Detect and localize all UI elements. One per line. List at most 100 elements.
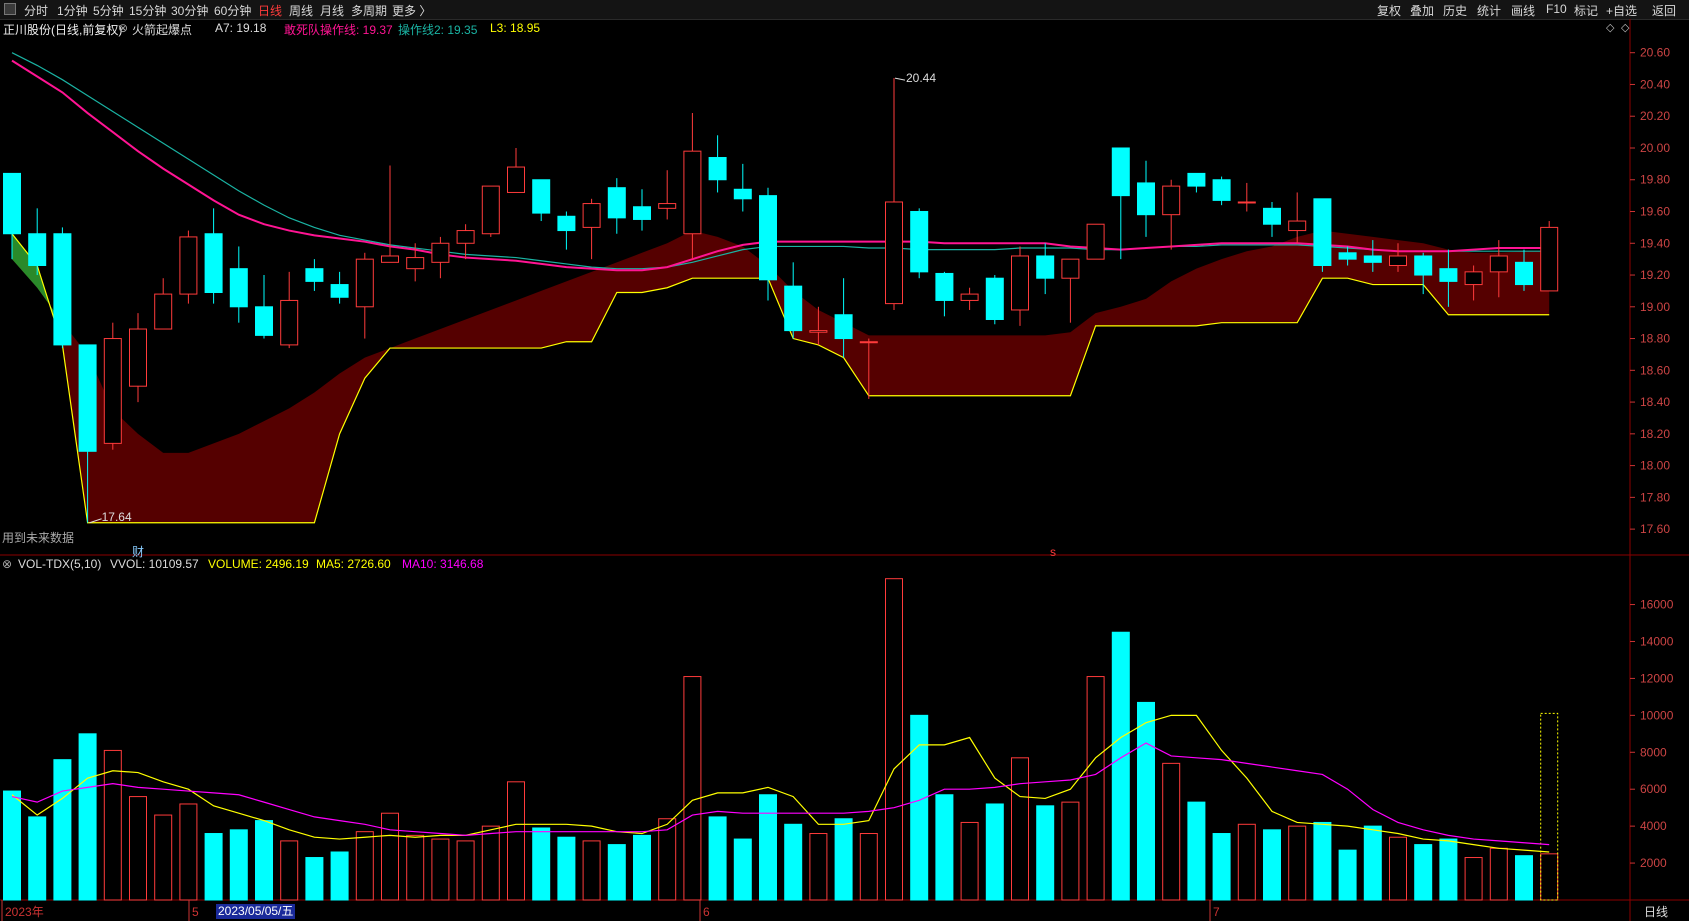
volume-bar xyxy=(1237,823,1256,901)
candle-body xyxy=(179,236,198,295)
candle-body xyxy=(229,268,248,308)
volume-bar xyxy=(1414,844,1433,901)
bottom-period-label[interactable]: 日线 xyxy=(1644,903,1668,920)
candle-body xyxy=(885,201,903,305)
volume-bar xyxy=(1363,825,1382,901)
candle-body xyxy=(103,338,122,444)
candle-body xyxy=(859,341,878,344)
high-marker xyxy=(894,77,906,81)
volume-bar xyxy=(1187,801,1206,901)
volume-tick-label: 2000 xyxy=(1640,856,1667,870)
candle-body xyxy=(784,285,803,332)
candle-body xyxy=(1036,255,1055,279)
date-axis-label: 6 xyxy=(703,905,710,919)
price-tick-label: 19.60 xyxy=(1640,205,1670,219)
selected-date: 2023/05/05/五 xyxy=(216,904,296,919)
volume-bar xyxy=(78,733,97,901)
candle-body xyxy=(960,293,979,301)
candle-body xyxy=(1363,255,1382,263)
candle-body xyxy=(355,258,374,308)
volume-bar xyxy=(1389,836,1407,901)
volume-bar xyxy=(1011,757,1029,901)
candle-body xyxy=(708,157,727,181)
volume-bar xyxy=(683,676,702,901)
candle-body xyxy=(53,233,72,346)
candle-body xyxy=(1540,226,1559,292)
volume-bar xyxy=(1137,701,1155,901)
candle-body xyxy=(1086,223,1105,260)
volume-bar xyxy=(305,857,324,901)
candle-body xyxy=(1237,201,1256,204)
candle-body xyxy=(255,306,273,336)
price-tick-label: 19.40 xyxy=(1640,236,1670,250)
price-tick-label: 19.20 xyxy=(1640,268,1670,282)
low-price-label: 17.64 xyxy=(102,510,132,524)
volume-bar xyxy=(229,829,248,901)
candle-body xyxy=(330,284,349,298)
volume-bar xyxy=(330,851,349,901)
price-tick-label: 20.00 xyxy=(1640,141,1670,155)
volume-bar xyxy=(557,836,576,901)
kline-chart[interactable]: 20.60 20.40 20.20 20.00 19.80 19.60 19.40 19.20… xyxy=(0,0,1689,921)
candle-body xyxy=(582,203,601,228)
price-tick-label: 17.80 xyxy=(1640,490,1670,504)
volume-bar xyxy=(507,781,525,901)
volume-bar xyxy=(985,803,1004,901)
candle-body xyxy=(607,187,626,219)
candle-body xyxy=(1389,255,1407,267)
candle-body xyxy=(1313,198,1332,267)
candle-body xyxy=(431,242,450,263)
volume-indicator-name[interactable]: VOL-TDX(5,10) xyxy=(18,557,101,571)
candle-body xyxy=(1212,179,1231,201)
volume-bar xyxy=(53,759,72,901)
volume-bar xyxy=(1111,631,1130,901)
price-tick-label: 20.40 xyxy=(1640,77,1670,91)
candle-body xyxy=(1414,255,1433,276)
price-axis: 20.60 20.40 20.20 20.00 19.80 19.60 19.40 19.20… xyxy=(1630,46,1670,536)
volume-bar xyxy=(1439,838,1458,901)
candle-body xyxy=(557,215,576,232)
date-axis-label: 5 xyxy=(192,905,199,919)
candle-body xyxy=(1288,220,1307,232)
volume-bar xyxy=(129,796,147,901)
candle-body xyxy=(1439,268,1458,282)
candle-body xyxy=(633,206,651,220)
volume-bar xyxy=(733,838,752,901)
volume-toggle-icon[interactable]: ⊗ xyxy=(2,557,12,571)
candle-body xyxy=(381,255,399,263)
vvol-value: VVOL: 10109.57 xyxy=(110,557,199,571)
volume-bar xyxy=(204,833,223,901)
volume-bars xyxy=(3,578,1559,901)
volume-bar xyxy=(532,827,551,901)
ma5-value: MA5: 2726.60 xyxy=(316,557,391,571)
volume-bar xyxy=(960,821,979,901)
volume-bar xyxy=(1263,829,1281,901)
price-tick-label: 18.60 xyxy=(1640,363,1670,377)
volume-tick-label: 14000 xyxy=(1640,634,1674,648)
volume-bar xyxy=(708,816,727,901)
candle-body xyxy=(910,211,929,273)
candle-body xyxy=(809,330,828,333)
volume-bar xyxy=(381,812,399,901)
volume-bar xyxy=(255,820,273,901)
candle-body xyxy=(280,299,299,346)
volume-bar xyxy=(658,818,677,901)
candle-body xyxy=(1187,172,1206,187)
date-axis-label: 2023年 xyxy=(5,905,44,919)
candle-body xyxy=(1515,261,1533,286)
price-tick-label: 20.60 xyxy=(1640,46,1670,60)
volume-bar xyxy=(885,578,903,901)
volume-bar xyxy=(1036,805,1055,901)
volume-bar xyxy=(1489,847,1508,901)
candle-body xyxy=(1061,258,1080,279)
volume-bar xyxy=(406,834,425,901)
volume-bar xyxy=(1061,801,1080,901)
volume-bar xyxy=(179,803,198,901)
volume-bar xyxy=(910,714,929,901)
volume-bar xyxy=(154,814,173,901)
volume-bar xyxy=(809,833,828,901)
volume-bar xyxy=(1162,762,1181,901)
candle-body xyxy=(78,344,97,452)
volume-bar xyxy=(1212,833,1231,901)
volume-bar xyxy=(784,823,803,901)
